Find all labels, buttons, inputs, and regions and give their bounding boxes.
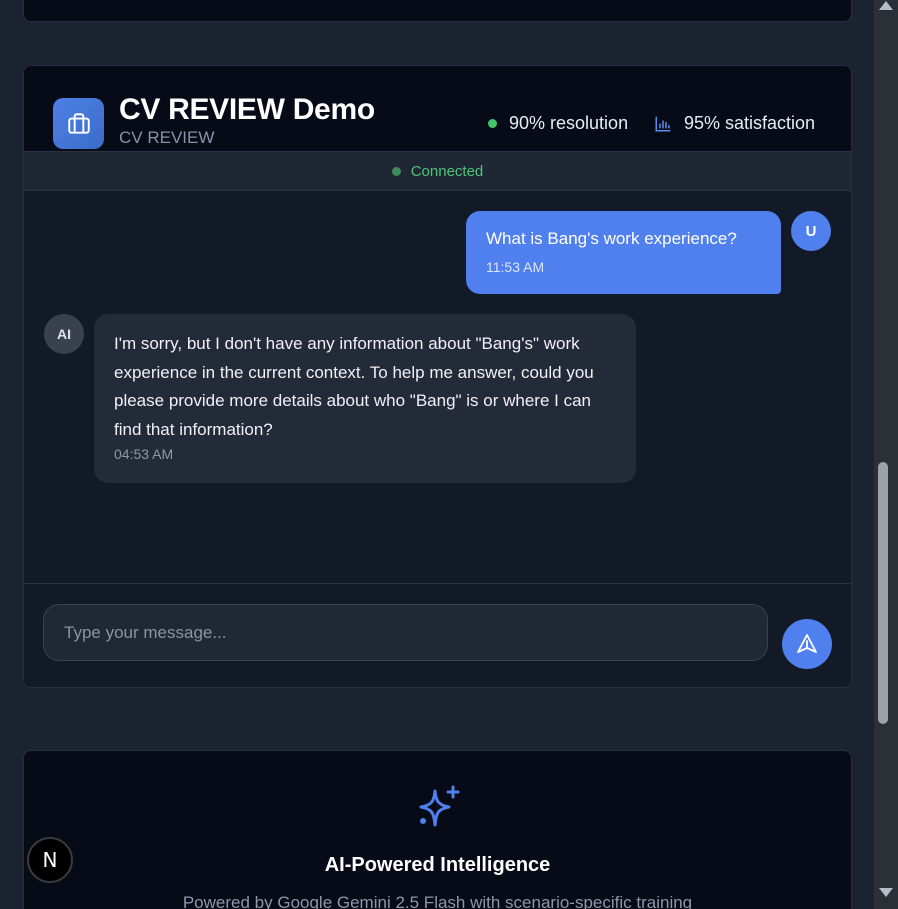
bar-chart-icon bbox=[654, 115, 672, 133]
ai-message-time: 04:53 AM bbox=[114, 446, 174, 462]
feature-card: AI-Powered Intelligence Powered by Googl… bbox=[23, 750, 852, 909]
resolution-dot-icon bbox=[488, 119, 497, 128]
user-message: What is Bang's work experience? 11:53 AM bbox=[466, 211, 781, 294]
scroll-up-arrow-icon[interactable] bbox=[879, 1, 893, 10]
scroll-thumb[interactable] bbox=[878, 462, 888, 724]
sparkles-icon bbox=[413, 781, 465, 838]
connection-status: Connected bbox=[410, 162, 484, 180]
feature-description: Powered by Google Gemini 2.5 Flash with … bbox=[182, 893, 693, 909]
scroll-down-arrow-icon[interactable] bbox=[879, 888, 893, 897]
ai-message-text: I'm sorry, but I don't have any informat… bbox=[114, 334, 594, 439]
message-list: What is Bang's work experience? 11:53 AM… bbox=[24, 191, 851, 583]
previous-card bbox=[23, 0, 852, 22]
ai-avatar: AI bbox=[44, 314, 84, 354]
briefcase-icon bbox=[53, 98, 104, 149]
send-button[interactable] bbox=[782, 619, 832, 669]
page-viewport: CV REVIEW Demo CV REVIEW 90% resolution … bbox=[0, 0, 874, 909]
ai-message: I'm sorry, but I don't have any informat… bbox=[94, 314, 636, 483]
composer bbox=[24, 583, 851, 687]
satisfaction-stat: 95% satisfaction bbox=[654, 113, 815, 134]
satisfaction-label: 95% satisfaction bbox=[684, 113, 816, 133]
feature-title: AI-Powered Intelligence bbox=[324, 854, 551, 876]
status-dot-icon bbox=[391, 166, 401, 176]
dev-tools-badge[interactable]: N bbox=[27, 837, 73, 883]
chat-card: CV REVIEW Demo CV REVIEW 90% resolution … bbox=[23, 65, 852, 688]
resolution-label: 90% resolution bbox=[509, 113, 629, 133]
user-message-time: 11:53 AM bbox=[486, 259, 545, 275]
chat-title: CV REVIEW Demo bbox=[119, 93, 375, 126]
user-message-text: What is Bang's work experience? bbox=[486, 229, 737, 248]
chat-subtitle: CV REVIEW bbox=[119, 128, 215, 147]
connection-status-bar: Connected bbox=[24, 151, 851, 191]
page-scrollbar[interactable] bbox=[874, 0, 898, 909]
resolution-stat: 90% resolution bbox=[488, 113, 628, 134]
user-avatar: U bbox=[791, 211, 831, 251]
send-icon bbox=[795, 632, 819, 656]
message-input[interactable] bbox=[43, 604, 768, 661]
chat-header: CV REVIEW Demo CV REVIEW 90% resolution … bbox=[24, 66, 851, 151]
